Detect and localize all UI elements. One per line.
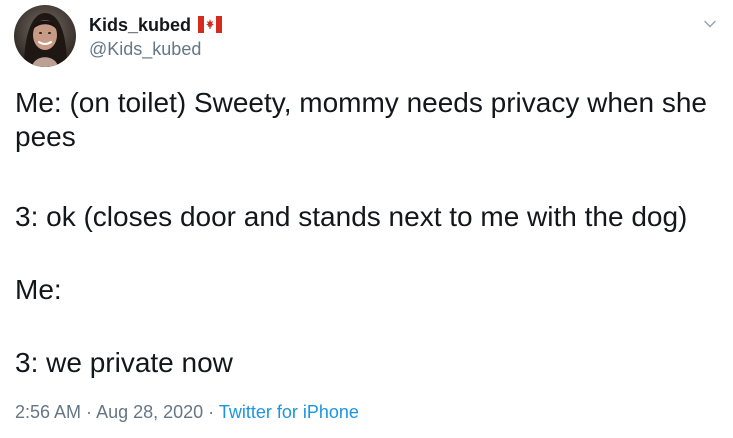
meta-separator: · bbox=[81, 402, 97, 422]
tweet-line: Me: (on toilet) Sweety, mommy needs priv… bbox=[15, 87, 707, 152]
user-handle[interactable]: @Kids_kubed bbox=[89, 39, 589, 60]
tweet-line: Me: bbox=[15, 274, 62, 305]
tweet-footer: 2:56 AM · Aug 28, 2020 · Twitter for iPh… bbox=[15, 401, 725, 423]
tweet-line: 3: we private now bbox=[15, 347, 233, 378]
avatar[interactable] bbox=[14, 5, 76, 67]
user-info: Kids_kubed @Kids_kubed bbox=[89, 13, 589, 63]
tweet-time[interactable]: 2:56 AM bbox=[15, 402, 81, 422]
meta-separator: · bbox=[203, 402, 219, 422]
tweet-line: 3: ok (closes door and stands next to me… bbox=[15, 201, 688, 232]
avatar-photo bbox=[14, 5, 76, 67]
tweet-header: Kids_kubed @Kids_kubed bbox=[14, 5, 719, 71]
chevron-down-icon[interactable] bbox=[701, 15, 719, 33]
display-name-row: Kids_kubed bbox=[89, 13, 589, 37]
tweet-source-link[interactable]: Twitter for iPhone bbox=[219, 402, 359, 422]
display-name[interactable]: Kids_kubed bbox=[89, 15, 191, 36]
tweet-date[interactable]: Aug 28, 2020 bbox=[96, 402, 203, 422]
canada-flag-icon bbox=[198, 16, 223, 33]
tweet-card: Kids_kubed @Kids_kubed Me: (on toilet) S… bbox=[0, 0, 733, 438]
